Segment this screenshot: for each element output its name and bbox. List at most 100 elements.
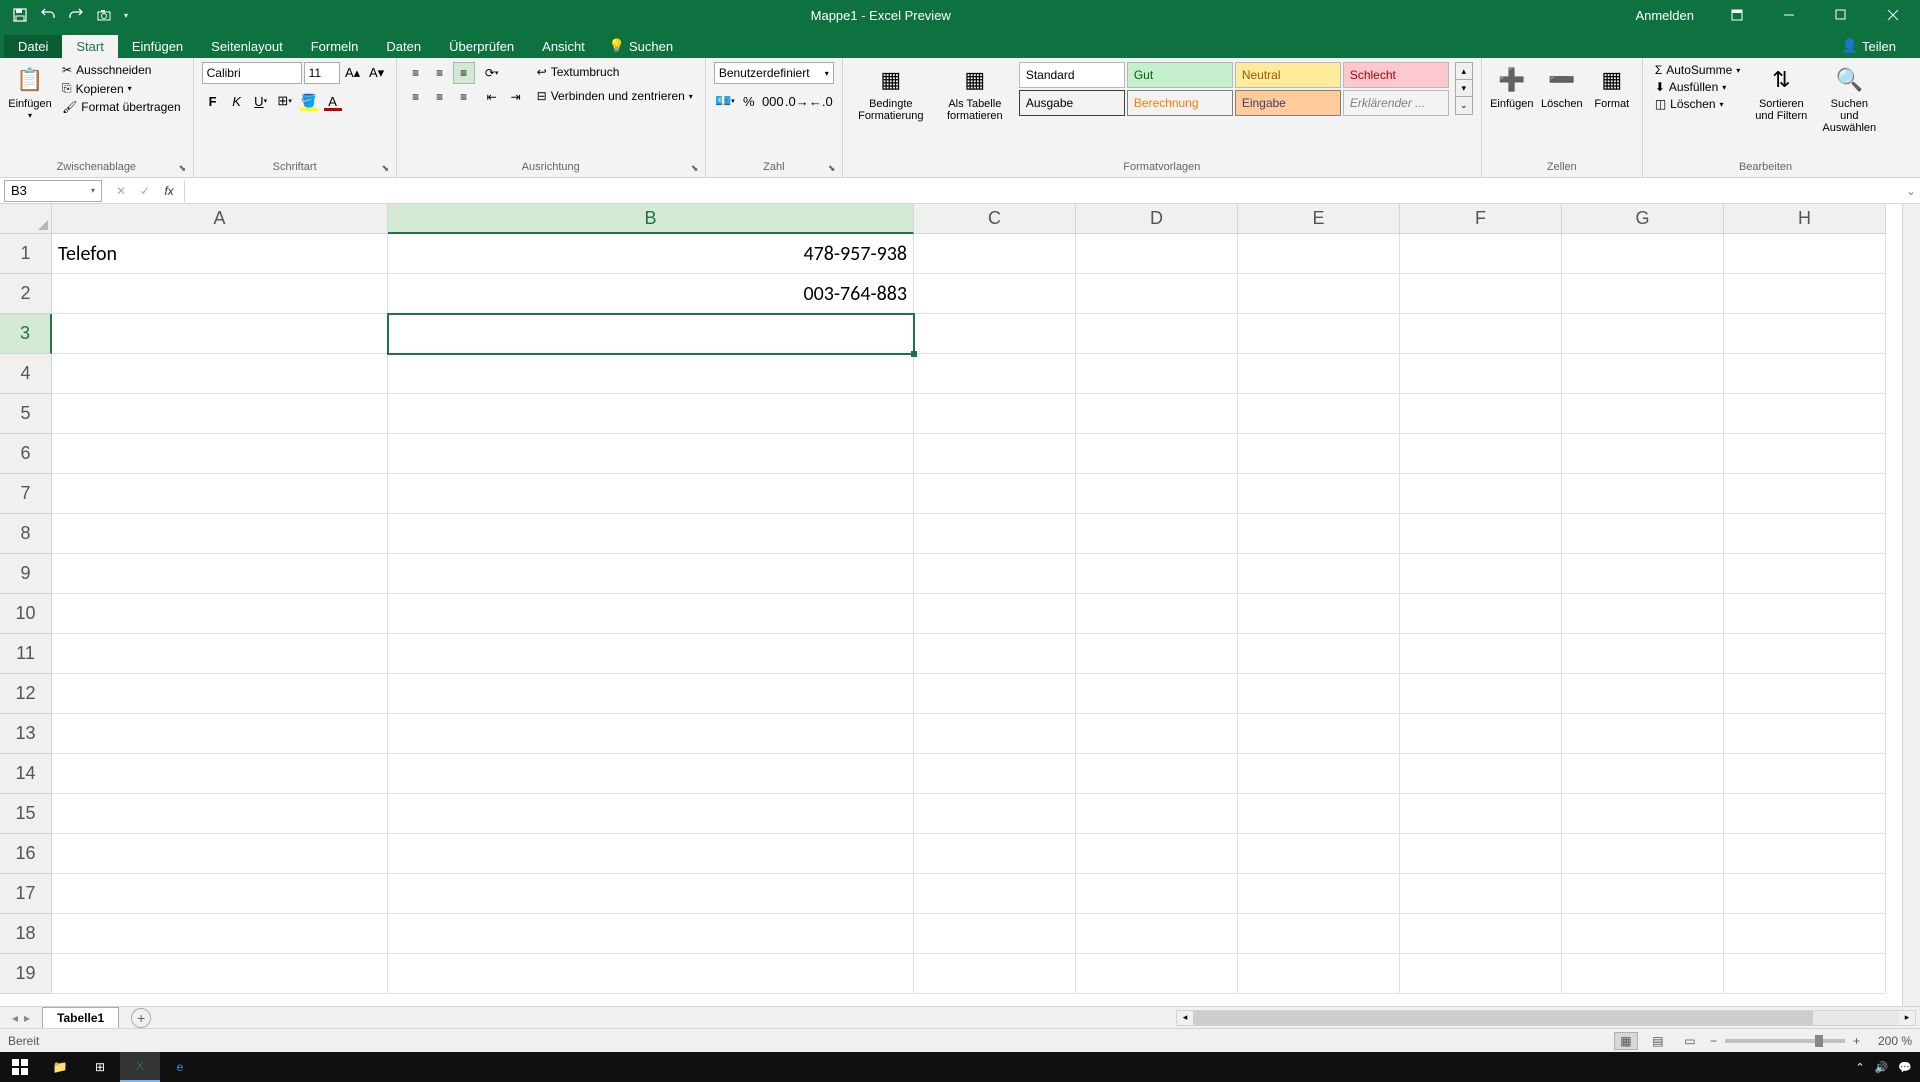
zoom-in-button[interactable]: + [1853, 1034, 1860, 1048]
col-header-B[interactable]: B [388, 204, 914, 234]
tab-view[interactable]: Ansicht [528, 35, 599, 58]
hscroll-right[interactable]: ▸ [1899, 1011, 1915, 1025]
cell-C19[interactable] [914, 954, 1076, 994]
cell-C11[interactable] [914, 634, 1076, 674]
cell-H2[interactable] [1724, 274, 1886, 314]
style-ausgabe[interactable]: Ausgabe [1019, 90, 1125, 116]
hscroll-thumb[interactable] [1193, 1011, 1813, 1025]
align-top-button[interactable]: ≡ [405, 62, 427, 84]
row-header-4[interactable]: 4 [0, 354, 52, 394]
enter-formula-button[interactable]: ✓ [134, 180, 156, 202]
clipboard-dialog-launcher[interactable]: ⬊ [179, 163, 191, 175]
cell-H18[interactable] [1724, 914, 1886, 954]
cell-B16[interactable] [388, 834, 914, 874]
cell-C14[interactable] [914, 754, 1076, 794]
cell-D6[interactable] [1076, 434, 1238, 474]
style-berechnung[interactable]: Berechnung [1127, 90, 1233, 116]
row-header-6[interactable]: 6 [0, 434, 52, 474]
cell-B4[interactable] [388, 354, 914, 394]
cell-H11[interactable] [1724, 634, 1886, 674]
cell-E7[interactable] [1238, 474, 1400, 514]
tab-formulas[interactable]: Formeln [297, 35, 373, 58]
col-header-F[interactable]: F [1400, 204, 1562, 234]
row-header-1[interactable]: 1 [0, 234, 52, 274]
cell-A14[interactable] [52, 754, 388, 794]
cell-B1[interactable]: 478-957-938 [388, 234, 914, 274]
formula-input[interactable] [184, 180, 1902, 202]
cell-A3[interactable] [52, 314, 388, 354]
maximize-button[interactable] [1818, 0, 1864, 30]
task-view-button[interactable]: ⊞ [80, 1052, 120, 1082]
cell-A16[interactable] [52, 834, 388, 874]
decrease-font-button[interactable]: A▾ [366, 62, 388, 84]
cell-D11[interactable] [1076, 634, 1238, 674]
cell-F7[interactable] [1400, 474, 1562, 514]
ribbon-display-options[interactable] [1714, 0, 1760, 30]
cell-B13[interactable] [388, 714, 914, 754]
cell-E12[interactable] [1238, 674, 1400, 714]
cell-B8[interactable] [388, 514, 914, 554]
cell-C9[interactable] [914, 554, 1076, 594]
cell-C5[interactable] [914, 394, 1076, 434]
cell-B14[interactable] [388, 754, 914, 794]
row-header-14[interactable]: 14 [0, 754, 52, 794]
cell-F2[interactable] [1400, 274, 1562, 314]
cell-A11[interactable] [52, 634, 388, 674]
sign-in-link[interactable]: Anmelden [1621, 8, 1708, 23]
cell-G3[interactable] [1562, 314, 1724, 354]
cell-F8[interactable] [1400, 514, 1562, 554]
cell-G4[interactable] [1562, 354, 1724, 394]
cell-G6[interactable] [1562, 434, 1724, 474]
align-left-button[interactable]: ≡ [405, 86, 427, 108]
cell-D2[interactable] [1076, 274, 1238, 314]
cell-F12[interactable] [1400, 674, 1562, 714]
decrease-decimal-button[interactable]: ←.0 [810, 90, 832, 112]
cell-D13[interactable] [1076, 714, 1238, 754]
cell-B10[interactable] [388, 594, 914, 634]
wrap-text-button[interactable]: ↩Textumbruch [533, 64, 697, 80]
cell-C8[interactable] [914, 514, 1076, 554]
cell-A12[interactable] [52, 674, 388, 714]
cell-A6[interactable] [52, 434, 388, 474]
start-button[interactable] [0, 1052, 40, 1082]
cell-D18[interactable] [1076, 914, 1238, 954]
cell-C13[interactable] [914, 714, 1076, 754]
cell-D14[interactable] [1076, 754, 1238, 794]
style-neutral[interactable]: Neutral [1235, 62, 1341, 88]
cell-E9[interactable] [1238, 554, 1400, 594]
cell-B15[interactable] [388, 794, 914, 834]
cell-F6[interactable] [1400, 434, 1562, 474]
cell-G18[interactable] [1562, 914, 1724, 954]
expand-formula-bar[interactable]: ⌄ [1902, 184, 1920, 198]
cell-E14[interactable] [1238, 754, 1400, 794]
cell-H14[interactable] [1724, 754, 1886, 794]
cell-D7[interactable] [1076, 474, 1238, 514]
cell-H16[interactable] [1724, 834, 1886, 874]
cell-D19[interactable] [1076, 954, 1238, 994]
cell-D9[interactable] [1076, 554, 1238, 594]
comma-format-button[interactable]: 000 [762, 90, 784, 112]
border-button[interactable]: ⊞▾ [274, 90, 296, 112]
cell-F13[interactable] [1400, 714, 1562, 754]
cell-F14[interactable] [1400, 754, 1562, 794]
cell-H12[interactable] [1724, 674, 1886, 714]
autosum-button[interactable]: ΣAutoSumme▾ [1651, 62, 1744, 78]
cell-B9[interactable] [388, 554, 914, 594]
cell-F4[interactable] [1400, 354, 1562, 394]
row-header-3[interactable]: 3 [0, 314, 52, 354]
clear-button[interactable]: ◫Löschen▾ [1651, 96, 1744, 112]
zoom-out-button[interactable]: − [1710, 1034, 1717, 1048]
vertical-scrollbar[interactable] [1902, 204, 1920, 1006]
cell-H13[interactable] [1724, 714, 1886, 754]
format-cells-button[interactable]: ▦ Format [1590, 62, 1634, 112]
style-scroll-up[interactable]: ▴ [1456, 63, 1472, 80]
col-header-H[interactable]: H [1724, 204, 1886, 234]
underline-button[interactable]: U▾ [250, 90, 272, 112]
style-erklaerend[interactable]: Erklärender ... [1343, 90, 1449, 116]
cell-H3[interactable] [1724, 314, 1886, 354]
decrease-indent-button[interactable]: ⇤ [481, 86, 503, 108]
volume-icon[interactable]: 🔊 [1875, 1061, 1889, 1074]
cell-E10[interactable] [1238, 594, 1400, 634]
sheet-nav-prev[interactable]: ▸ [22, 1011, 32, 1025]
sort-filter-button[interactable]: ⇅ Sortieren und Filtern [1750, 62, 1812, 124]
